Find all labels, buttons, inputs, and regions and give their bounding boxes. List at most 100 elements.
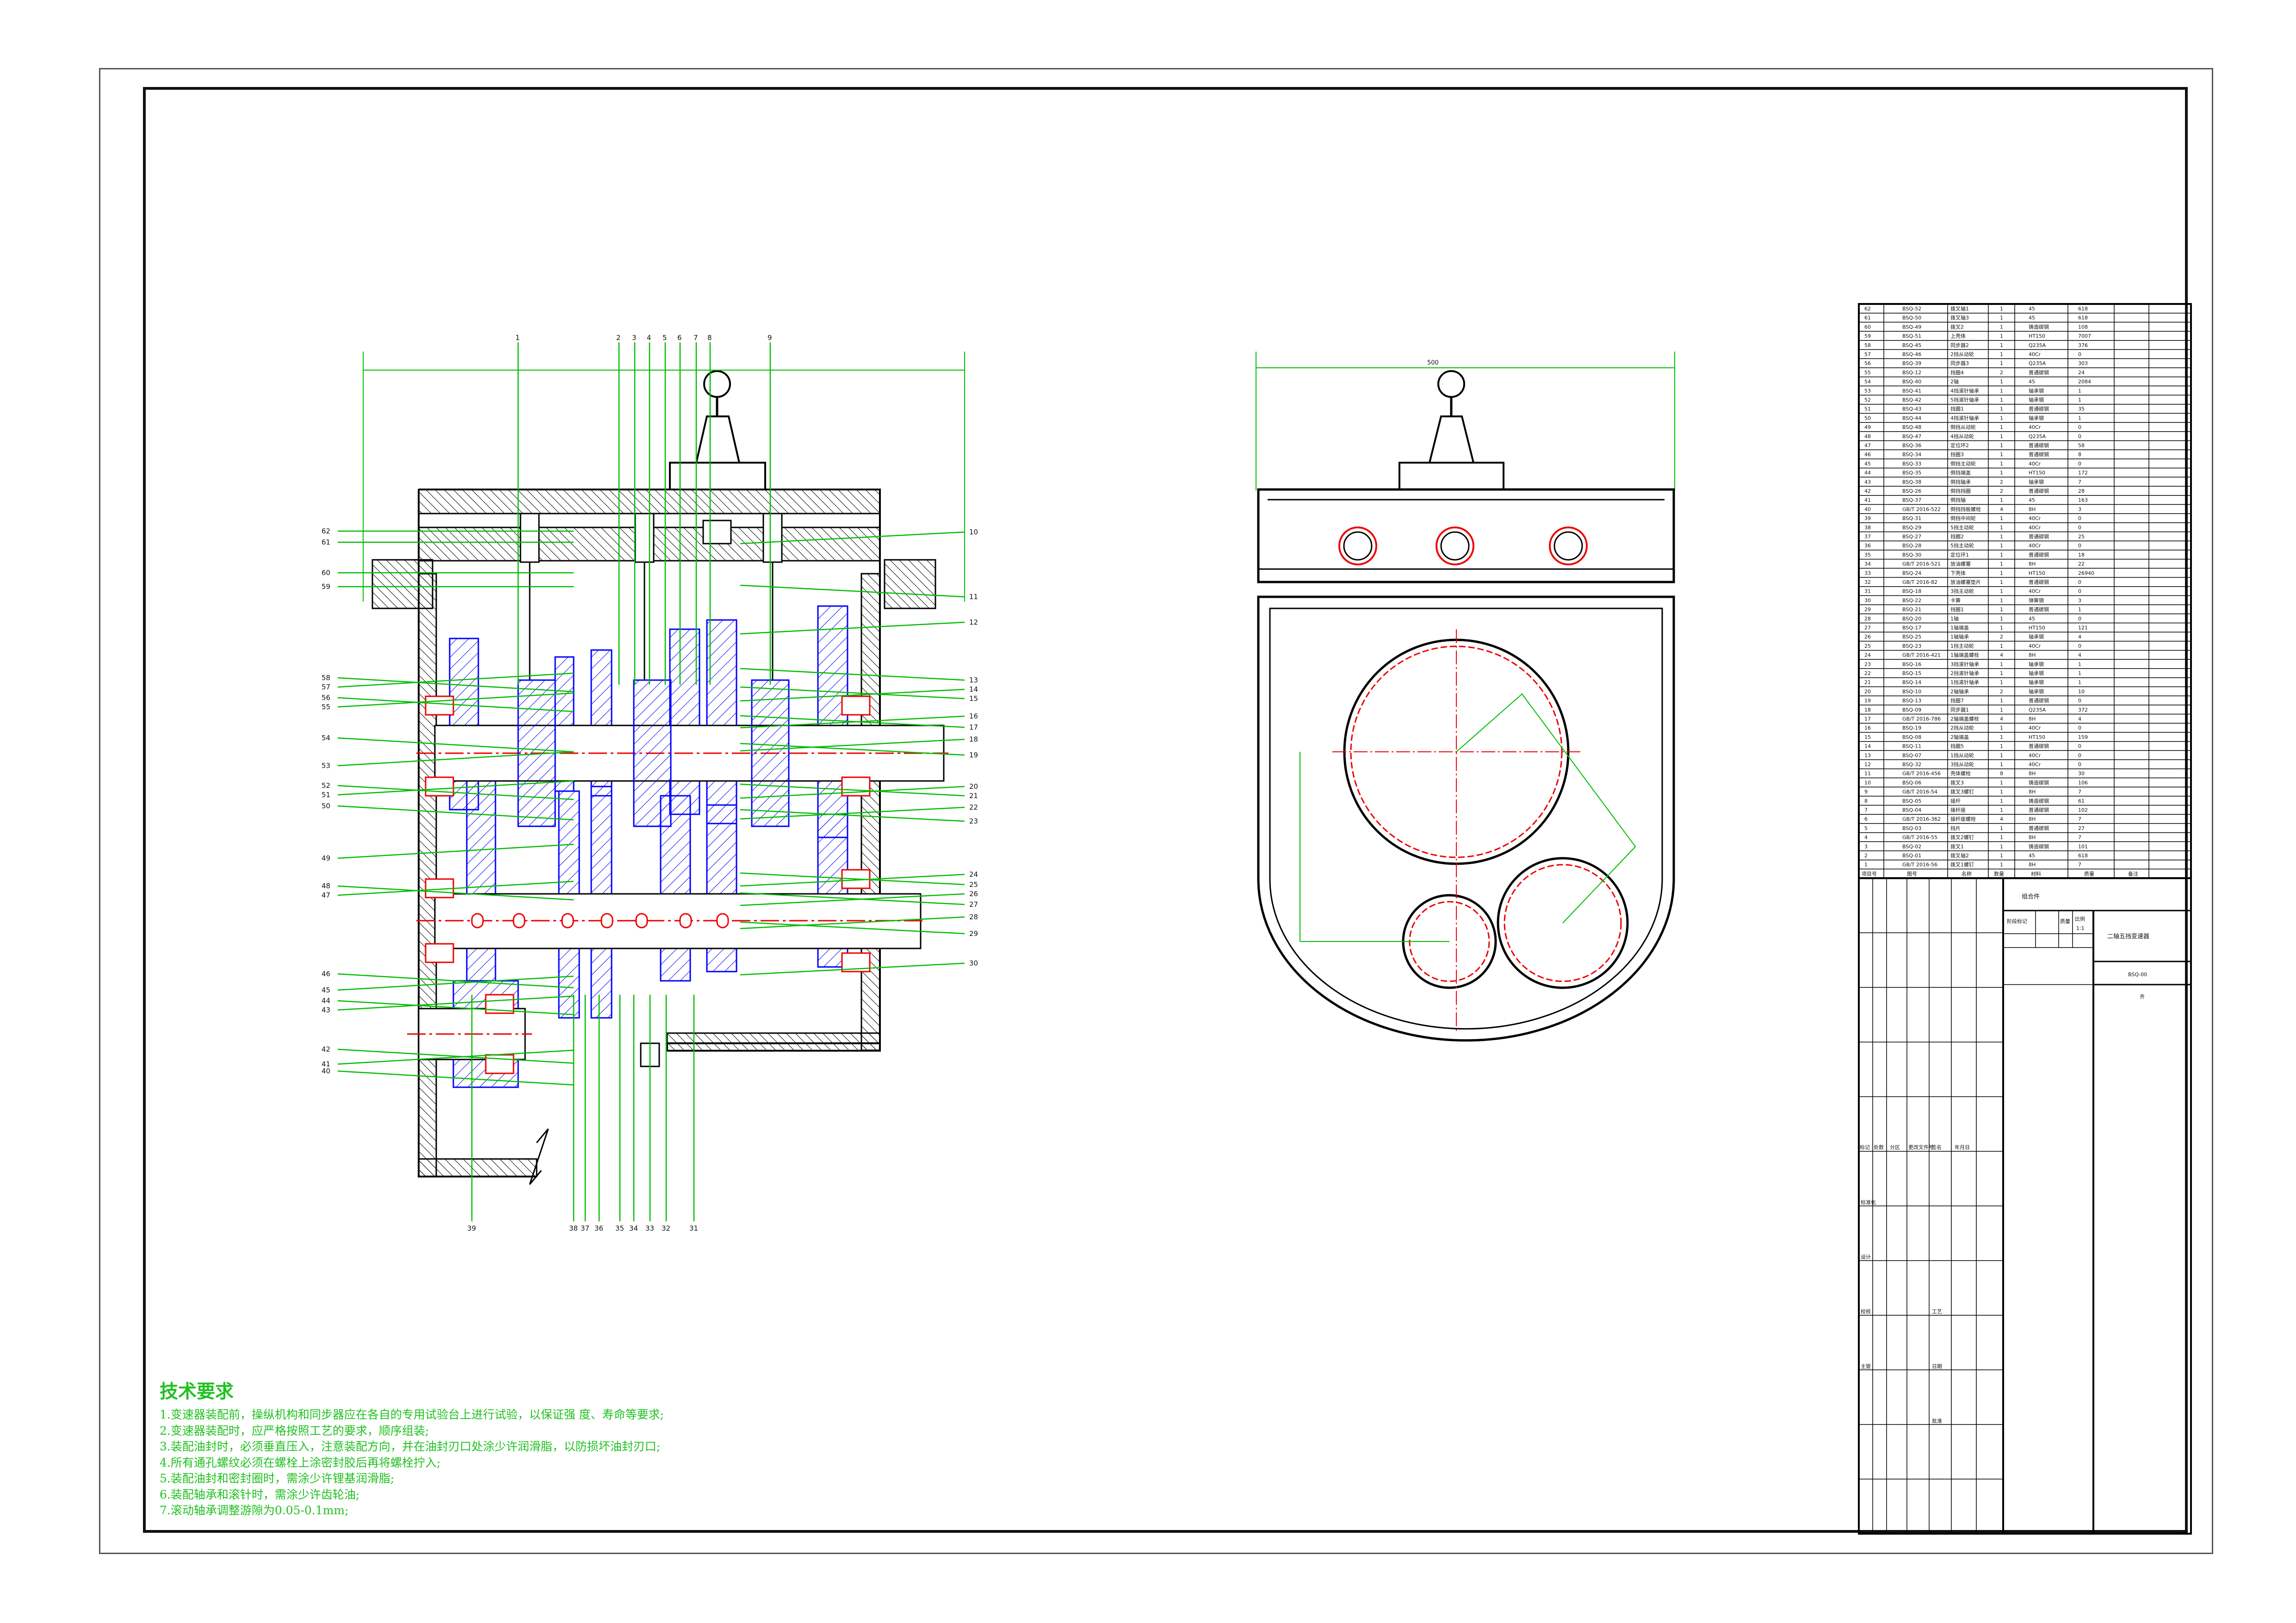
assembly-label: 组合件 [2022, 893, 2040, 900]
bom-qty: 1 [2000, 342, 2003, 348]
bom-row: 16 BSQ-19 2挡从动轮 1 40Cr 0 [1864, 725, 2081, 731]
bom-name: 挡圈2 [1950, 533, 1964, 540]
bom-material: 40Cr [2029, 424, 2041, 430]
bom-mass: 1 [2078, 397, 2081, 403]
bom-qty: 1 [2000, 360, 2003, 366]
bom-qty: 1 [2000, 406, 2003, 412]
bom-drawing-no: GB/T 2016-82 [1902, 579, 1937, 585]
bom-name: 放油螺塞垫片 [1950, 579, 1981, 585]
bom-mass: 159 [2078, 734, 2088, 740]
bom-item-no: 14 [1864, 743, 1871, 750]
bom-material: 铸造碳钢 [2029, 323, 2049, 330]
bom-qty: 1 [2000, 333, 2003, 339]
tech-requirement-line: 6.装配轴承和滚针时，需涂少许齿轮油; [160, 1487, 360, 1501]
bom-row: 38 BSQ-29 5挡主动轮 1 40Cr 0 [1864, 524, 2081, 531]
bom-name: 4挡滚针轴承 [1950, 415, 1979, 421]
bom-mass: 0 [2078, 579, 2081, 585]
bom-name: 倒挡从动轮 [1950, 424, 1976, 430]
bom-qty: 1 [2000, 835, 2003, 841]
bom-mass: 0 [2078, 352, 2081, 358]
bom-item-no: 35 [1864, 552, 1871, 558]
bom-qty: 1 [2000, 698, 2003, 704]
scale-label: 比例 [2075, 916, 2085, 922]
bom-item-no: 1 [1864, 862, 1868, 868]
bom-qty: 1 [2000, 853, 2003, 859]
tech-requirements-list: 1.变速器装配前，操纵机构和同步器应在各自的专用试验台上进行试验，以保证强 度、… [160, 1407, 715, 1519]
bom-item-no: 37 [1864, 534, 1871, 540]
bom-item-no: 44 [1864, 470, 1871, 476]
bom-mass: 108 [2078, 324, 2088, 330]
bom-name: 2挡从动轮 [1950, 351, 1974, 358]
bom-item-no: 18 [1864, 707, 1871, 713]
bom-drawing-no: BSQ-15 [1902, 670, 1921, 676]
bom-row: 40 GB/T 2016-522 倒挡挡板螺栓 4 8H 3 [1864, 506, 2081, 512]
bom-mass: 0 [2078, 588, 2081, 595]
bom-row: 13 BSQ-07 1挡从动轮 1 40Cr 0 [1864, 752, 2081, 758]
bom-row: 11 GB/T 2016-456 壳体螺栓 8 8H 30 [1864, 770, 2085, 777]
bom-qty: 1 [2000, 789, 2003, 795]
bom-drawing-no: BSQ-10 [1902, 688, 1921, 694]
bom-mass: 7 [2078, 816, 2081, 822]
bom-material: 40Cr [2029, 725, 2041, 731]
bom-row: 30 BSQ-22 卡簧 1 弹簧钢 3 [1864, 597, 2081, 603]
bom-mass: 618 [2078, 315, 2088, 321]
bom-drawing-no: BSQ-37 [1902, 497, 1921, 503]
bom-material: HT150 [2029, 570, 2045, 576]
bom-row: 49 BSQ-48 倒挡从动轮 1 40Cr 0 [1864, 424, 2081, 430]
bom-name: 1轴 [1950, 615, 1959, 622]
bom-material: HT150 [2029, 625, 2045, 631]
bom-material: 普通碳钢 [2029, 807, 2049, 813]
bom-drawing-no: BSQ-12 [1902, 370, 1921, 376]
bom-header-cell: 图号 [1907, 871, 1917, 877]
bom-row: 54 BSQ-40 2轴 1 45 2084 [1864, 378, 2091, 385]
bom-material: 40Cr [2029, 762, 2041, 768]
bom-name: 定位环2 [1950, 442, 1969, 449]
bom-name: 拨叉轴2 [1950, 852, 1969, 859]
bom-mass: 0 [2078, 752, 2081, 758]
bom-qty: 1 [2000, 670, 2003, 676]
bom-drawing-no: BSQ-42 [1902, 397, 1921, 403]
bom-material: 8H [2029, 652, 2036, 658]
bom-mass: 1 [2078, 670, 2081, 676]
bom-material: 8H [2029, 835, 2036, 841]
bom-item-no: 12 [1864, 762, 1871, 768]
bom-mass: 0 [2078, 424, 2081, 430]
bom-material: 40Cr [2029, 525, 2041, 531]
bom-row: 28 BSQ-20 1轴 1 45 0 [1864, 615, 2081, 622]
bom-material: 8H [2029, 716, 2036, 722]
bom-row: 58 BSQ-45 同步器2 1 Q235A 376 [1864, 342, 2088, 348]
bom-name: 3挡主动轮 [1950, 588, 1974, 595]
bom-qty: 1 [2000, 798, 2003, 804]
bom-item-no: 13 [1864, 752, 1871, 758]
bom-row: 62 BSQ-52 拨叉轴1 1 45 618 [1864, 305, 2088, 312]
bom-row: 31 BSQ-18 3挡主动轮 1 40Cr 0 [1864, 588, 2081, 595]
bom-row: 43 BSQ-38 倒挡轴承 2 轴承钢 7 [1864, 478, 2081, 485]
bom-row: 10 BSQ-06 拨叉3 1 铸造碳钢 106 [1864, 779, 2088, 786]
bom-material: 普通碳钢 [2029, 442, 2049, 449]
bom-name: 放油螺塞 [1950, 561, 1971, 567]
tech-requirement-line: 4.所有通孔螺纹必须在螺栓上涂密封胶后再将螺栓拧入; [160, 1456, 441, 1469]
bom-name: 拨叉3螺钉 [1950, 788, 1974, 795]
bom-qty: 1 [2000, 579, 2003, 585]
bom-name: 挡片 [1950, 825, 1961, 831]
bom-material: 8H [2029, 816, 2036, 822]
bom-name: 倒挡主动轮 [1950, 460, 1976, 467]
tech-requirement-line: 7.滚动轴承调整游隙为0.05-0.1mm; [160, 1504, 349, 1517]
bom-name: 1挡从动轮 [1950, 752, 1974, 758]
bom-qty: 1 [2000, 525, 2003, 531]
bom-drawing-no: BSQ-40 [1902, 379, 1921, 385]
bom-name: 挡圈1 [1950, 406, 1964, 412]
bom-mass: 0 [2078, 743, 2081, 750]
role-label: 校核 [1861, 1308, 1871, 1315]
bom-drawing-no: GB/T 2016-56 [1902, 862, 1937, 868]
bom-name: 同步器2 [1950, 342, 1969, 348]
bom-qty: 4 [2000, 506, 2003, 512]
bom-mass: 35 [2078, 406, 2085, 412]
bom-item-no: 53 [1864, 388, 1871, 394]
bom-mass: 7 [2078, 789, 2081, 795]
bom-row: 6 GB/T 2016-362 操杆座螺栓 4 8H 7 [1864, 816, 2081, 822]
bom-name: 4挡滚针轴承 [1950, 387, 1979, 394]
bom-drawing-no: BSQ-31 [1902, 515, 1921, 521]
bom-mass: 0 [2078, 616, 2081, 622]
bom-name: 卡簧 [1950, 597, 1961, 603]
